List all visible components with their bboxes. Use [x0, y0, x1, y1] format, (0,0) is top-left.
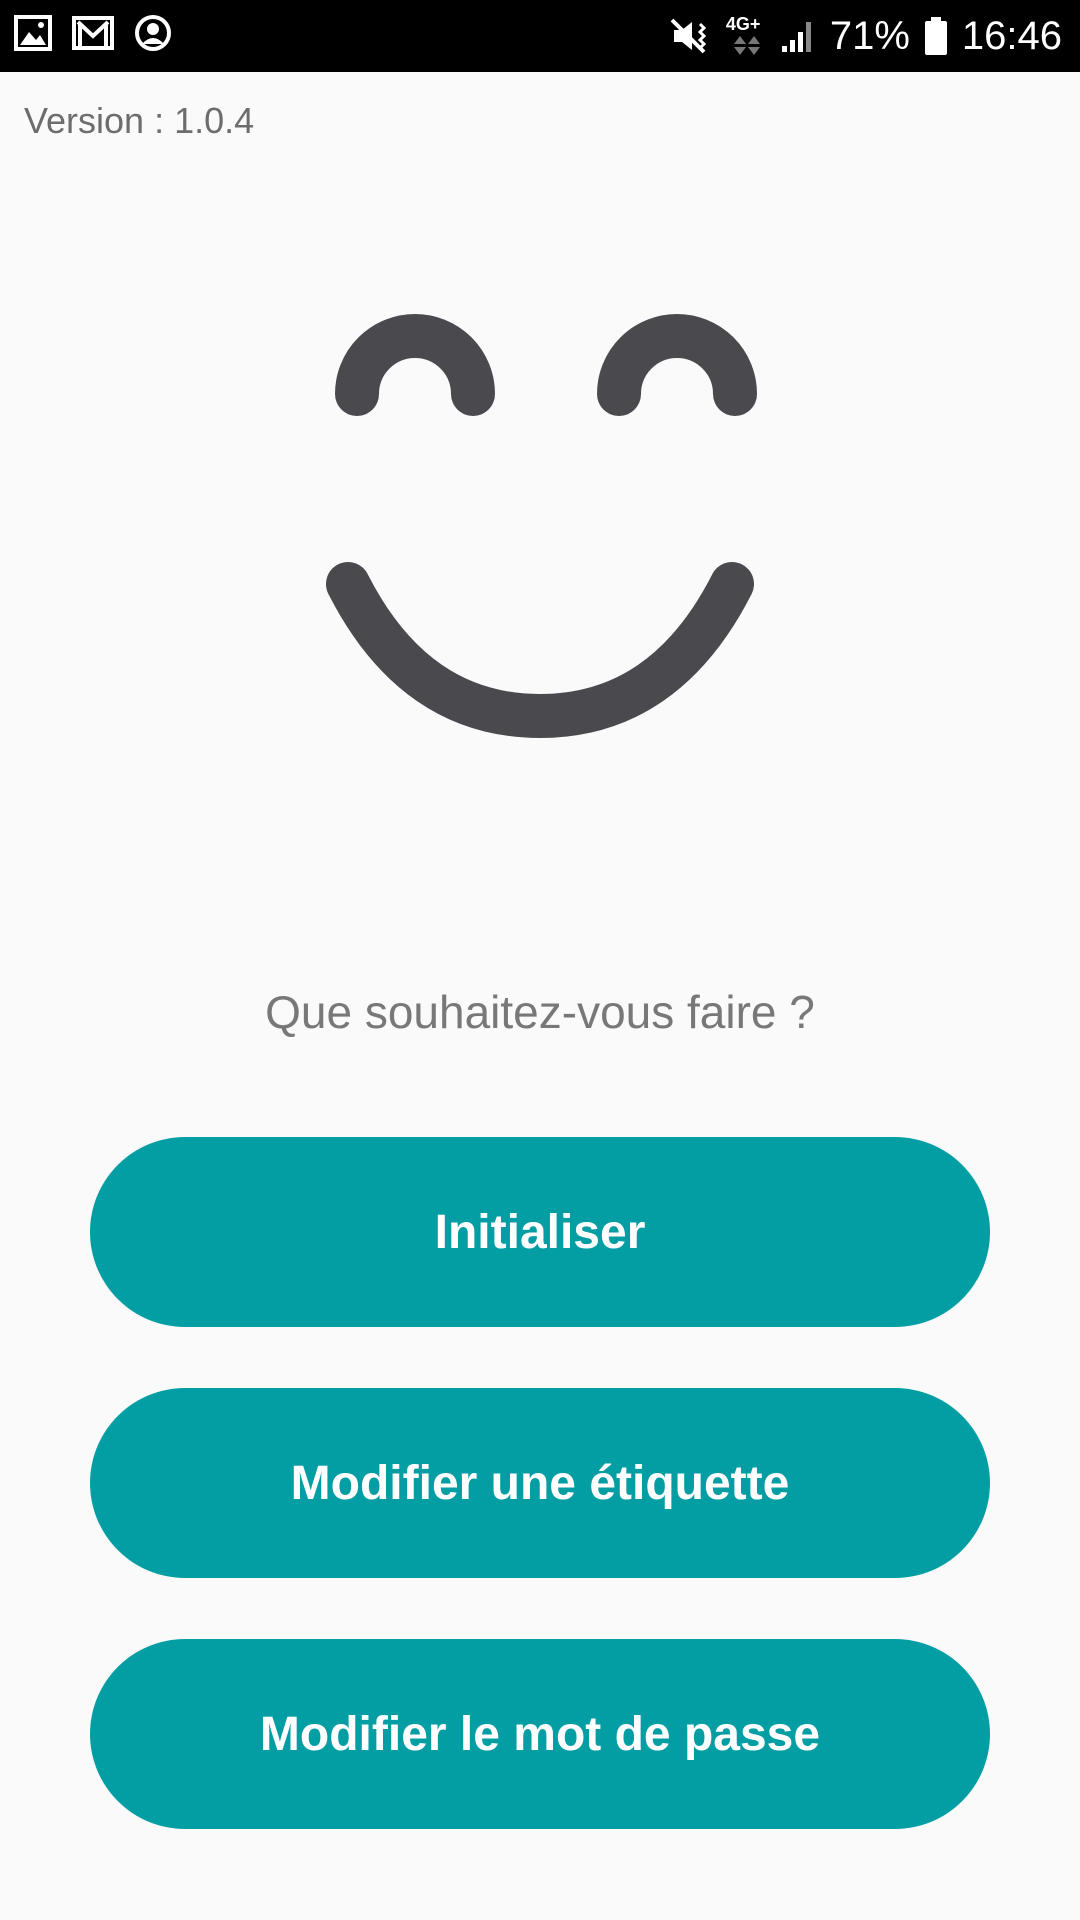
- edit-label-button[interactable]: Modifier une étiquette: [90, 1388, 990, 1578]
- gmail-icon: [72, 14, 114, 52]
- account-icon: [134, 14, 172, 52]
- status-bar: 4G+ 71% 16:46: [0, 0, 1080, 72]
- notification-icons: [14, 14, 172, 52]
- network-4g-icon: 4G+: [726, 14, 766, 58]
- network-label: 4G+: [725, 14, 761, 34]
- mouth: [326, 562, 754, 739]
- gallery-icon: [14, 14, 52, 52]
- left-eye: [335, 314, 495, 416]
- system-icons: 4G+ 71% 16:46: [670, 0, 1062, 72]
- smiley-face-icon: [0, 290, 1080, 760]
- battery-icon: [924, 16, 948, 56]
- initialize-button[interactable]: Initialiser: [90, 1137, 990, 1327]
- app-screen: 4G+ 71% 16:46 Version: 1.0.4 Que souhai…: [0, 0, 1080, 1920]
- change-password-button[interactable]: Modifier le mot de passe: [90, 1639, 990, 1829]
- signal-icon: [780, 18, 816, 54]
- right-eye: [597, 314, 757, 416]
- version-label: Version : 1.0.4: [24, 100, 255, 141]
- prompt-question: Que souhaitez-vous faire ?: [265, 986, 815, 1038]
- clock: 16:46: [961, 13, 1062, 58]
- battery-percent: 71%: [829, 13, 910, 58]
- mute-vibrate-icon: [670, 16, 712, 56]
